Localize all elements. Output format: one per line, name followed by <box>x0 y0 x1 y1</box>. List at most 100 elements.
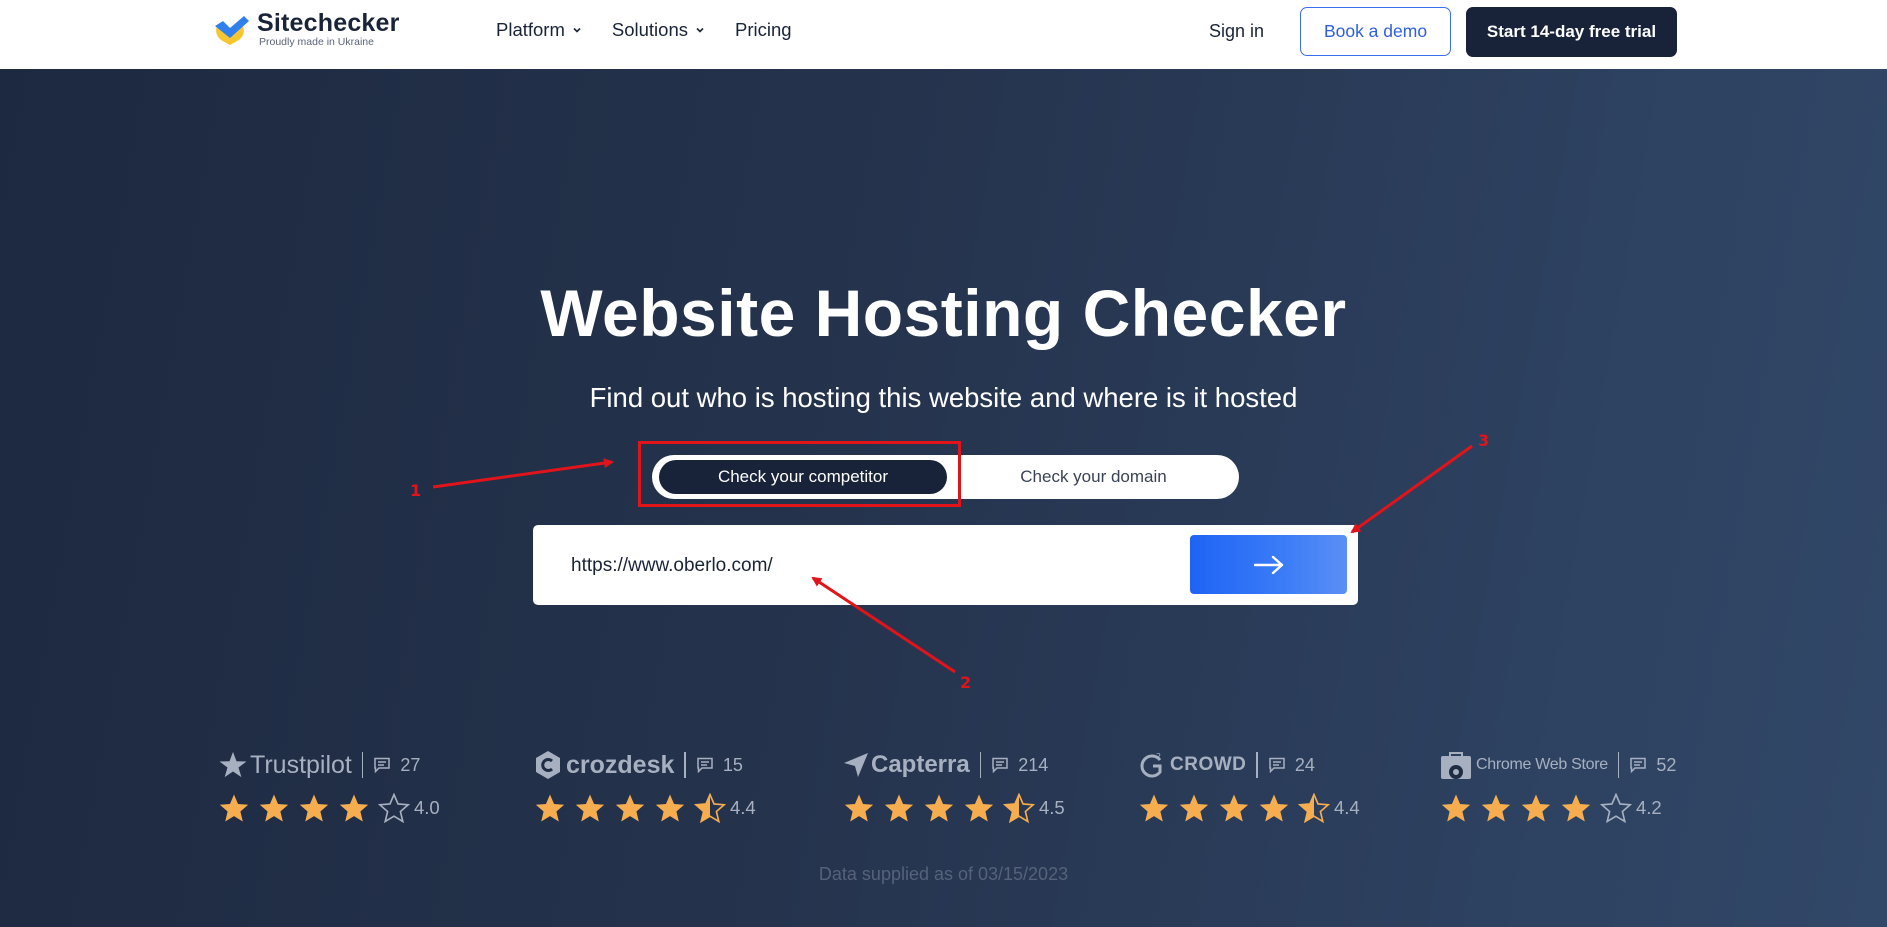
star-full-icon <box>655 794 685 822</box>
divider <box>1617 752 1620 778</box>
nav-platform-label: Platform <box>496 19 565 40</box>
star-empty-icon <box>378 793 410 823</box>
star-full-icon <box>964 794 994 822</box>
logo-name: Sitechecker <box>257 9 400 37</box>
annotation-number-1: 1 <box>410 481 422 500</box>
review-capterra[interactable]: Capterra 214 4.5 <box>843 746 1093 823</box>
rating-score: 4.0 <box>414 797 440 818</box>
chevron-down-icon <box>573 27 581 33</box>
chrome-web-store-logo: Chrome Web Store <box>1440 750 1608 780</box>
comment-icon <box>374 757 391 773</box>
divider <box>979 752 982 778</box>
main-nav: Platform Solutions Pricing <box>496 19 822 41</box>
rating-score: 4.4 <box>1334 797 1360 818</box>
start-trial-button[interactable]: Start 14-day free trial <box>1466 7 1677 57</box>
star-full-icon <box>575 794 605 822</box>
tab-check-domain[interactable]: Check your domain <box>952 460 1235 494</box>
star-full-icon <box>1259 794 1289 822</box>
sitechecker-logo[interactable]: Sitechecker Proudly made in Ukraine <box>213 10 400 48</box>
site-header: Sitechecker Proudly made in Ukraine Plat… <box>0 0 1887 70</box>
star-rating: 4.2 <box>1440 793 1690 823</box>
star-half-icon <box>1298 793 1330 823</box>
star-full-icon <box>1179 794 1209 822</box>
trustpilot-logo: Trustpilot <box>218 750 352 780</box>
capterra-name: Capterra <box>871 751 970 778</box>
url-input[interactable] <box>569 545 1173 587</box>
review-count-value: 24 <box>1294 754 1315 775</box>
nav-pricing-label: Pricing <box>735 19 792 40</box>
comment-icon <box>992 757 1008 773</box>
star-full-icon <box>924 794 954 822</box>
divider <box>684 752 686 778</box>
comment-icon <box>1630 757 1647 773</box>
review-count: 52 <box>1629 755 1676 776</box>
star-empty-icon <box>1600 793 1632 823</box>
star-full-icon <box>299 794 329 822</box>
data-supplied-note: Data supplied as of 03/15/2023 <box>818 864 1069 884</box>
trustpilot-star-icon <box>219 751 247 778</box>
star-rating: 4.5 <box>843 793 1093 823</box>
star-full-icon <box>219 794 249 822</box>
rating-score: 4.4 <box>730 797 756 818</box>
nav-solutions-label: Solutions <box>611 19 688 40</box>
nav-platform[interactable]: Platform <box>496 19 582 41</box>
star-full-icon <box>339 794 369 822</box>
capterra-logo: Capterra <box>843 751 970 779</box>
star-half-icon <box>1003 793 1035 823</box>
divider <box>361 752 364 778</box>
page-title: Website Hosting Checker <box>540 276 1347 350</box>
g2-crowd-logo: 2 CROWD <box>1138 751 1246 779</box>
rating-score: 4.2 <box>1636 797 1662 818</box>
review-crozdesk[interactable]: crozdesk 15 4.4 <box>534 746 784 823</box>
star-full-icon <box>1521 794 1551 822</box>
review-count: 24 <box>1268 755 1315 776</box>
chrome-web-store-name: Chrome Web Store <box>1476 756 1608 773</box>
star-full-icon <box>1219 794 1249 822</box>
arrow-right-icon <box>1253 555 1283 574</box>
star-full-icon <box>1481 794 1511 822</box>
chrome-store-bag-icon <box>1441 752 1471 779</box>
g2-crowd-name: CROWD <box>1170 754 1247 775</box>
crozdesk-logo: crozdesk <box>534 750 674 780</box>
review-count-value: 15 <box>722 754 743 775</box>
review-count-value: 52 <box>1656 754 1677 775</box>
star-full-icon <box>259 794 289 822</box>
sign-in-link[interactable]: Sign in <box>1209 21 1264 42</box>
g2-logo-icon: 2 <box>1140 752 1162 778</box>
svg-text:2: 2 <box>1156 752 1161 761</box>
star-rating: 4.4 <box>534 793 784 823</box>
star-full-icon <box>1139 794 1169 822</box>
heart-check-logo-icon <box>215 16 249 45</box>
url-form <box>533 525 1358 605</box>
review-count-value: 214 <box>1018 754 1049 775</box>
nav-solutions[interactable]: Solutions <box>612 19 705 41</box>
annotation-number-2: 2 <box>960 673 972 692</box>
review-g2-crowd[interactable]: 2 CROWD 24 4.4 <box>1138 746 1388 823</box>
star-rating: 4.0 <box>218 793 468 823</box>
star-full-icon <box>1441 794 1471 822</box>
comment-icon <box>697 757 713 773</box>
review-trustpilot[interactable]: Trustpilot 27 4.0 <box>218 746 468 823</box>
star-full-icon <box>884 794 914 822</box>
divider <box>1256 752 1258 778</box>
crozdesk-name: crozdesk <box>566 750 675 779</box>
crozdesk-hexagon-icon <box>536 751 560 779</box>
star-full-icon <box>844 794 874 822</box>
review-count: 27 <box>373 755 420 776</box>
nav-pricing[interactable]: Pricing <box>735 19 792 41</box>
star-full-icon <box>535 794 565 822</box>
annotation-number-3: 3 <box>1478 431 1490 450</box>
star-full-icon <box>615 794 645 822</box>
submit-button[interactable] <box>1190 535 1347 594</box>
chevron-down-icon <box>696 27 704 33</box>
star-rating: 4.4 <box>1138 793 1388 823</box>
annotation-highlight-box <box>638 441 961 507</box>
capterra-arrow-icon <box>844 753 868 777</box>
comment-icon <box>1269 757 1285 773</box>
rating-score: 4.5 <box>1039 797 1065 818</box>
review-chrome-web-store[interactable]: Chrome Web Store 52 4.2 <box>1440 746 1690 823</box>
book-demo-button[interactable]: Book a demo <box>1300 7 1451 56</box>
review-count: 15 <box>696 755 743 776</box>
review-count-value: 27 <box>400 754 421 775</box>
review-count: 214 <box>991 755 1048 776</box>
